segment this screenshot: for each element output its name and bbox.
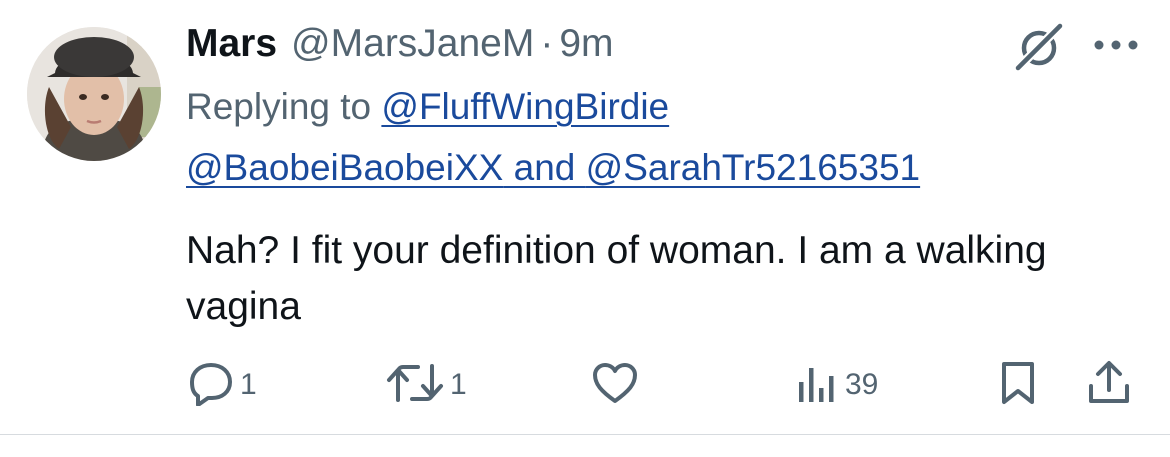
display-name[interactable]: Mars — [186, 22, 277, 66]
divider — [0, 434, 1170, 435]
tweet-text: Nah? I fit your definition of woman. I a… — [186, 229, 1047, 328]
bookmark-button[interactable] — [998, 355, 1038, 415]
reply-icon — [188, 360, 234, 411]
mention-joiner: and — [503, 147, 586, 188]
timestamp[interactable]: 9m — [559, 22, 613, 66]
share-button[interactable] — [1086, 355, 1132, 415]
replying-to: Replying to @FluffWingBirdie — [186, 86, 669, 128]
reply-button[interactable]: 1 — [188, 355, 257, 415]
views-button[interactable]: 39 — [795, 355, 878, 415]
replying-to-label: Replying to — [186, 86, 382, 127]
like-icon — [591, 360, 639, 411]
more-icon[interactable] — [1093, 36, 1139, 54]
tweet-header: Mars @MarsJaneM · 9m — [186, 22, 614, 72]
mention-link[interactable]: @BaobeiBaobeiXX and @SarahTr52165351 — [186, 147, 920, 188]
tweet[interactable]: Mars @MarsJaneM · 9m Replying to @FluffW… — [0, 0, 1170, 457]
retweet-icon — [386, 360, 444, 411]
mention-text: @BaobeiBaobeiXX — [186, 147, 504, 188]
action-bar: 1 1 39 — [0, 355, 1170, 415]
separator-dot: · — [540, 22, 554, 65]
user-handle[interactable]: @MarsJaneM — [291, 22, 534, 66]
grok-icon[interactable] — [1012, 21, 1068, 73]
views-icon — [795, 360, 839, 411]
views-count: 39 — [845, 368, 879, 401]
like-button[interactable] — [591, 355, 639, 415]
mention-text: @SarahTr52165351 — [585, 147, 921, 188]
avatar[interactable] — [27, 27, 161, 161]
bookmark-icon — [998, 360, 1038, 411]
mention-link[interactable]: @FluffWingBirdie — [381, 86, 669, 127]
share-icon — [1086, 360, 1132, 411]
reply-count: 1 — [240, 368, 257, 401]
retweet-button[interactable]: 1 — [386, 355, 467, 415]
retweet-count: 1 — [450, 368, 467, 401]
replying-to-continued: @BaobeiBaobeiXX and @SarahTr52165351 — [186, 147, 920, 189]
